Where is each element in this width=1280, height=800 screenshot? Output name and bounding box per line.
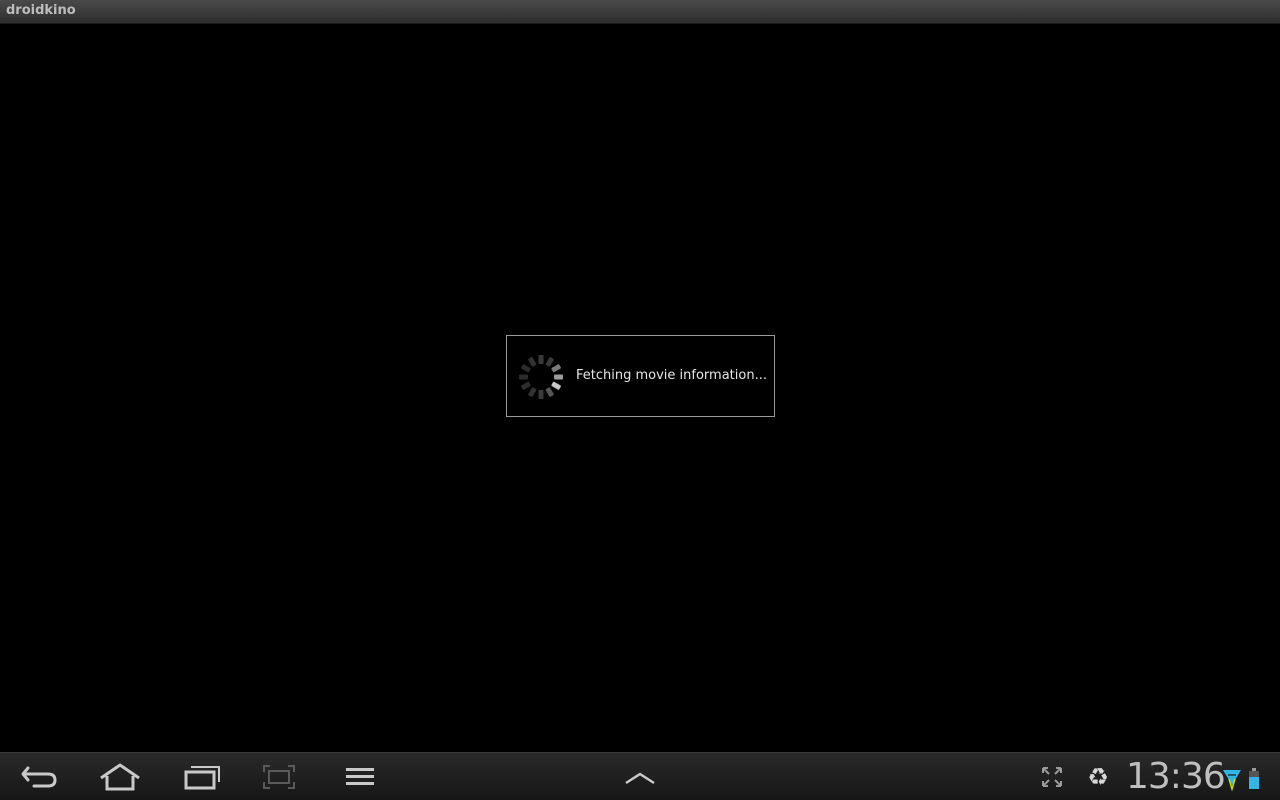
- recycle-icon: ♻: [1087, 763, 1109, 791]
- recent-apps-button[interactable]: [179, 761, 223, 793]
- battery-icon: [1249, 768, 1259, 789]
- menu-button[interactable]: [338, 761, 382, 793]
- clock: 13:36: [1126, 756, 1226, 797]
- wifi-icon: [1223, 770, 1241, 792]
- system-bar: ♻ 13:36: [0, 752, 1280, 800]
- expand-up-button[interactable]: [618, 761, 662, 793]
- screen: droidkino Fetching movie information... …: [0, 0, 1280, 800]
- loading-spinner-icon: [519, 355, 563, 399]
- app-title: droidkino: [6, 3, 76, 18]
- screenshot-icon: [263, 765, 295, 789]
- home-button[interactable]: [98, 761, 142, 793]
- home-icon: [100, 763, 140, 791]
- recent-apps-icon: [184, 766, 220, 790]
- fullscreen-icon: [1042, 767, 1062, 787]
- progress-dialog: Fetching movie information...: [506, 335, 775, 417]
- content-area: Fetching movie information...: [0, 24, 1280, 752]
- dialog-message: Fetching movie information...: [576, 368, 767, 383]
- menu-icon: [346, 768, 374, 785]
- back-arrow-icon: [21, 766, 57, 788]
- battery-status[interactable]: [1248, 767, 1260, 791]
- chevron-up-icon: [625, 772, 655, 785]
- fullscreen-button[interactable]: [1030, 761, 1074, 793]
- wifi-status[interactable]: [1222, 767, 1242, 792]
- title-bar: droidkino: [0, 0, 1280, 24]
- recycle-notification[interactable]: ♻: [1076, 761, 1120, 793]
- screenshot-button[interactable]: [257, 761, 301, 793]
- back-button[interactable]: [18, 761, 62, 793]
